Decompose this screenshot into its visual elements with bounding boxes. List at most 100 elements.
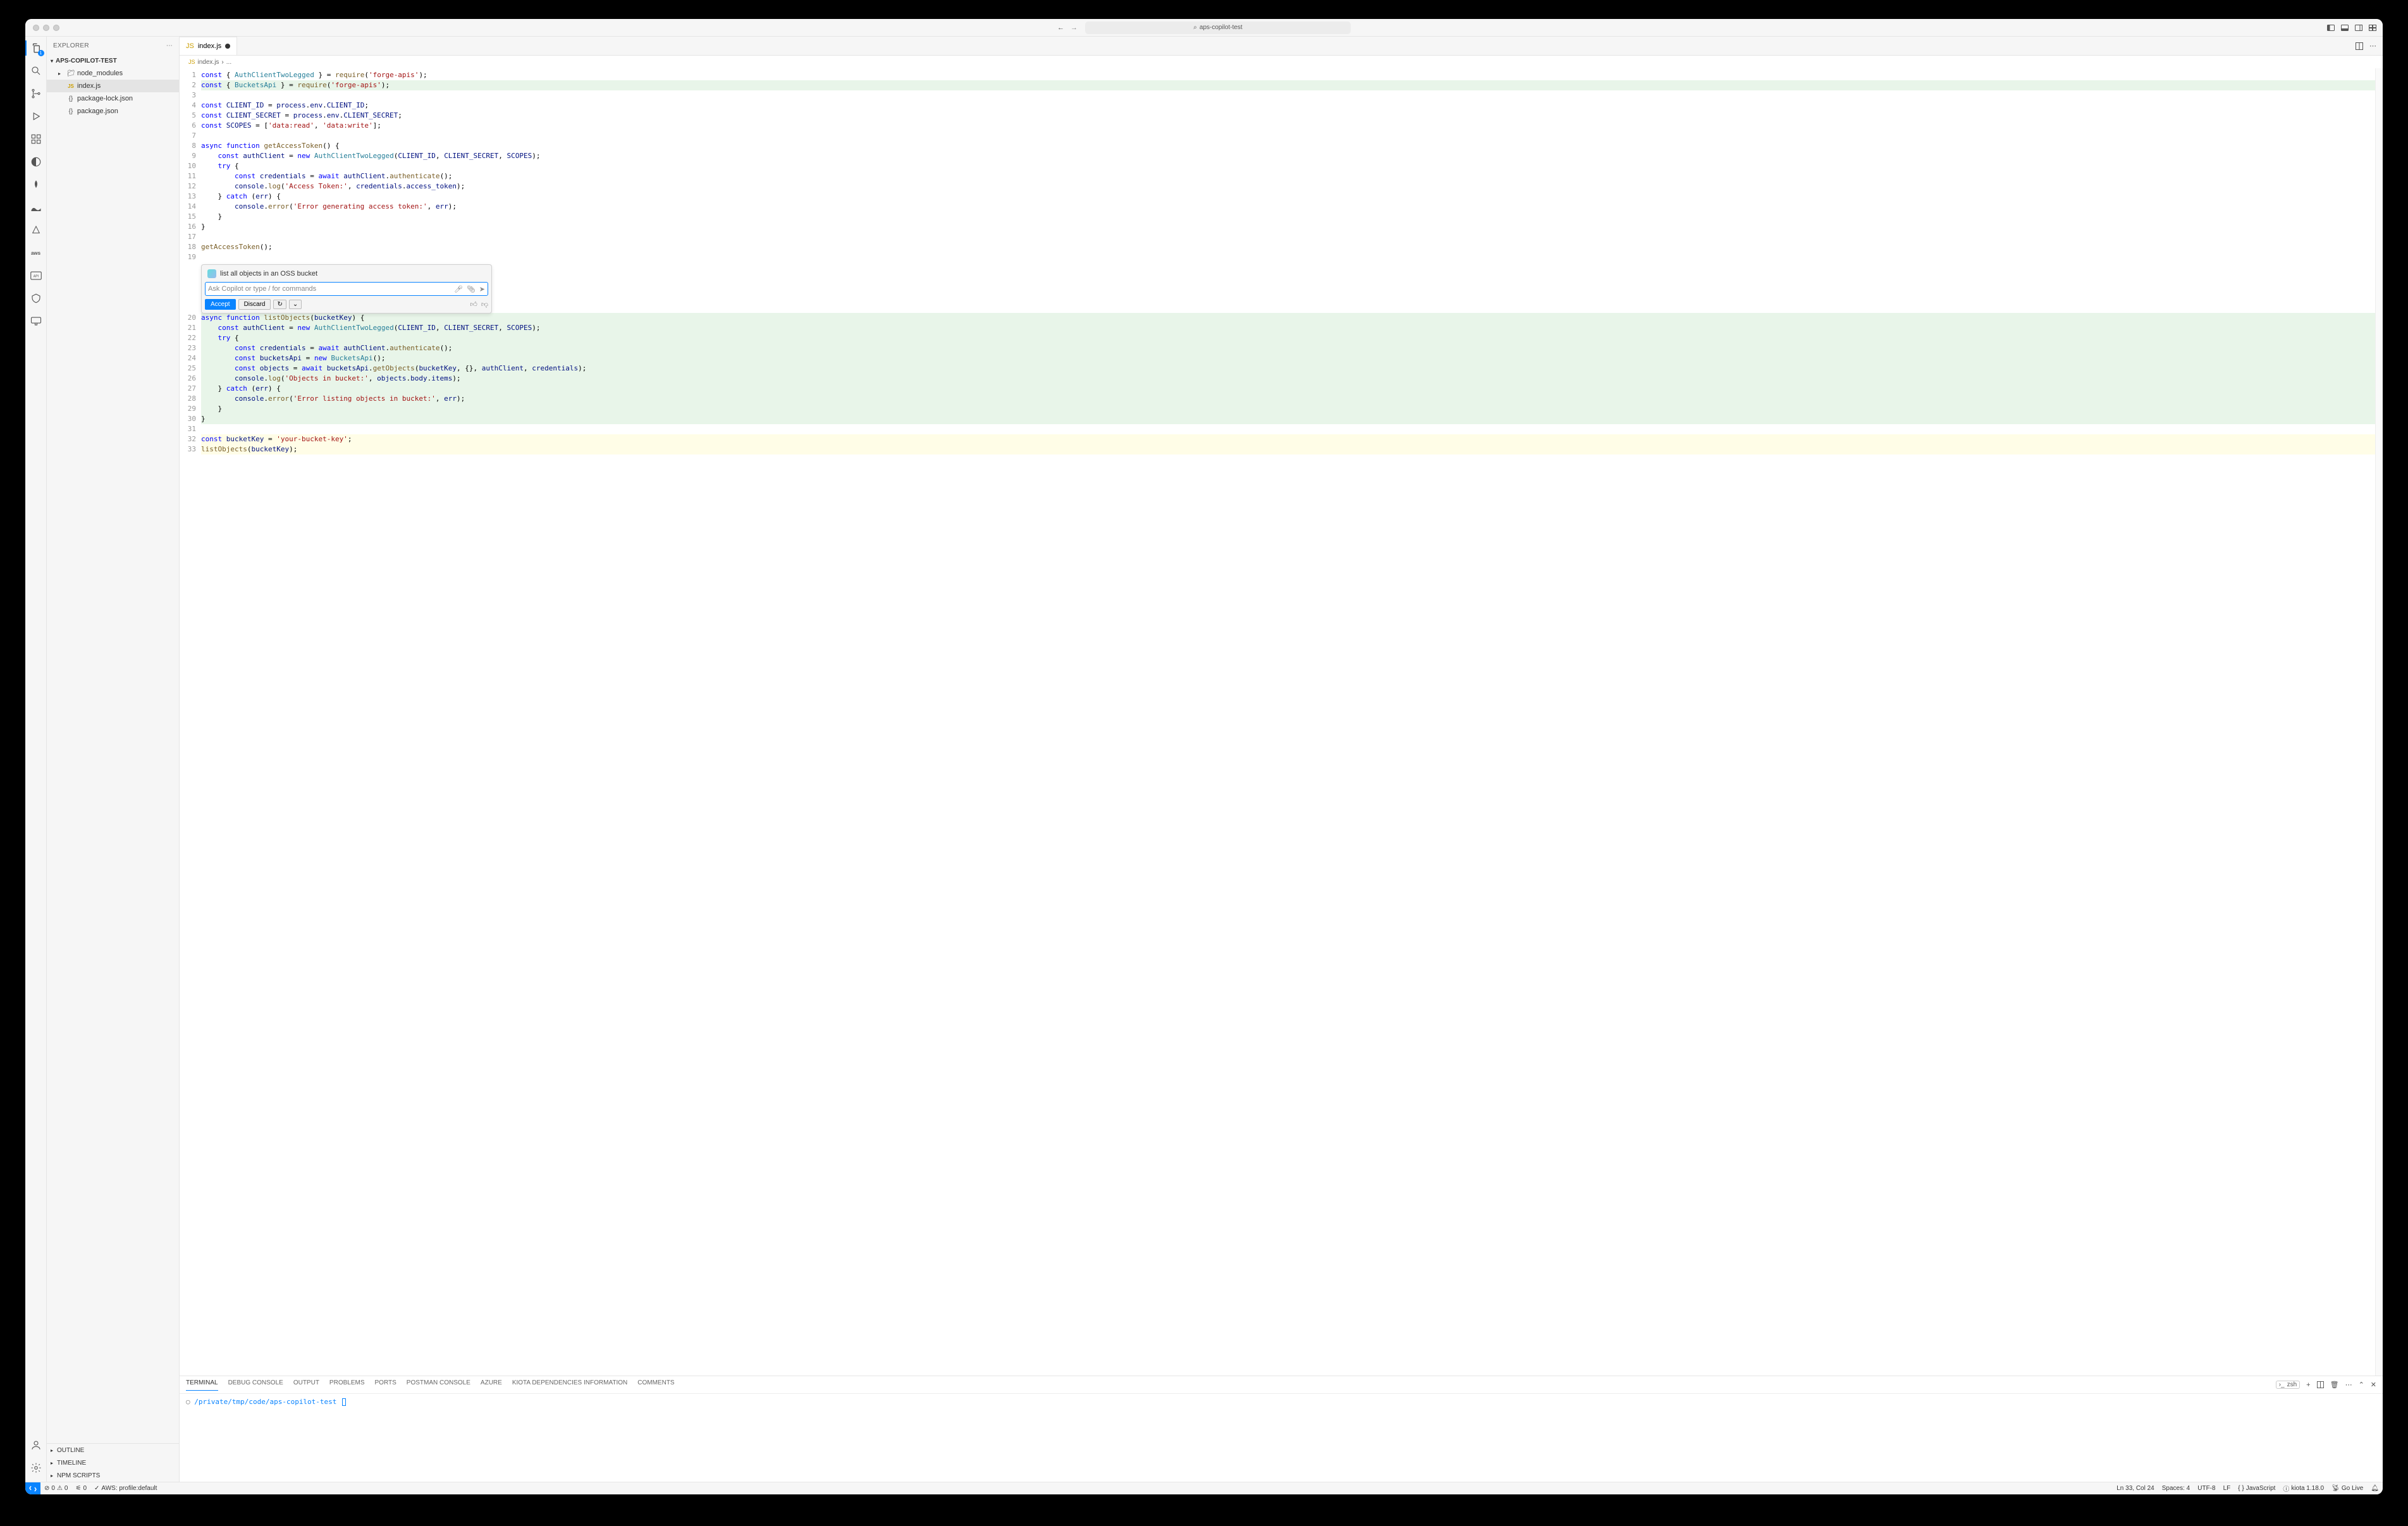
activity-explorer[interactable]: 1 [30,42,42,54]
activity-settings[interactable] [30,1462,42,1474]
panel-tab-debug-console[interactable]: DEBUG CONSOLE [228,1379,283,1390]
discard-button[interactable]: Discard [238,299,271,310]
status-notifications[interactable]: 🔔︎ [2367,1485,2383,1492]
vscode-window: ← → ⌕ aps-copilot-test [25,19,2383,1494]
status-ports[interactable]: ⚟0 [71,1485,90,1492]
minimap[interactable] [2375,68,2383,1376]
send-icon[interactable]: ➤ [479,285,485,293]
remote-button[interactable] [25,1482,40,1494]
mic-icon[interactable]: 🎤︎ [454,285,463,293]
file-index-js[interactable]: JSindex.js [47,80,179,92]
status-language[interactable]: { }JavaScript [2234,1485,2279,1492]
activity-item-8[interactable] [30,201,42,214]
thumbs-down-icon[interactable]: 👎︎ [481,300,488,308]
svg-text:API: API [33,274,38,278]
close-window-button[interactable] [33,25,39,31]
panel-tab-problems[interactable]: PROBLEMS [329,1379,365,1390]
sidebar-section-npm-scripts[interactable]: ▸NPM SCRIPTS [47,1469,179,1482]
split-terminal-icon[interactable] [2317,1381,2324,1388]
sidebar-title: EXPLORER [53,42,89,49]
terminal-cwd: /private/tmp/code/aps-copilot-test [194,1398,336,1406]
zoom-window-button[interactable] [53,25,59,31]
activity-source-control[interactable] [30,87,42,100]
activity-search[interactable] [30,64,42,77]
more-button[interactable]: ⌄ [289,300,302,309]
status-kiota[interactable]: ⓘkiota 1.18.0 [2279,1484,2328,1493]
code-editor[interactable]: 1234567891011121314151617181920212223242… [180,68,2383,1376]
status-problems[interactable]: ⊘0 ⚠0 [40,1485,71,1492]
tab-more-icon[interactable]: ⋯ [2369,42,2376,50]
nav-forward-button[interactable]: → [1071,24,1078,32]
js-file-icon: JS [188,59,195,65]
sidebar-section-timeline[interactable]: ▸TIMELINE [47,1456,179,1469]
activity-item-6[interactable] [30,156,42,168]
toggle-panel-icon[interactable] [2341,24,2349,32]
new-terminal-button[interactable]: + [2306,1381,2310,1389]
panel-tab-ports[interactable]: PORTS [375,1379,396,1390]
sidebar-root-folder[interactable]: ▾ APS-COPILOT-TEST [47,54,179,67]
status-bar: ⊘0 ⚠0 ⚟0 ✓AWS: profile:default Ln 33, Co… [25,1482,2383,1494]
traffic-lights [25,25,59,31]
panel-tab-terminal[interactable]: TERMINAL [186,1379,218,1391]
search-text: aps-copilot-test [1200,24,1243,31]
activity-aws[interactable]: aws [30,247,42,259]
terminal-icon: ›_ [2279,1381,2285,1388]
split-editor-icon[interactable] [2356,42,2363,50]
status-spaces[interactable]: Spaces: 4 [2158,1485,2194,1492]
activity-azure[interactable] [30,224,42,236]
folder-node_modules[interactable]: ▸📁︎node_modules [47,67,179,80]
panel-tab-output[interactable]: OUTPUT [293,1379,319,1390]
activity-accounts[interactable] [30,1439,42,1451]
activity-run-debug[interactable] [30,110,42,123]
copilot-prompt-text: list all objects in an OSS bucket [220,270,317,278]
command-center-search[interactable]: ⌕ aps-copilot-test [1085,21,1351,34]
attach-icon[interactable]: 📎︎ [467,285,476,293]
breadcrumbs[interactable]: JS index.js › ... [180,56,2383,68]
activity-item-13[interactable] [30,315,42,327]
activity-item-12[interactable] [30,292,42,305]
minimize-window-button[interactable] [43,25,49,31]
toggle-primary-sidebar-icon[interactable] [2327,24,2335,32]
js-file-icon: JS [186,42,194,50]
explorer-sidebar: EXPLORER ⋯ ▾ APS-COPILOT-TEST ▸📁︎node_mo… [47,37,180,1482]
chevron-down-icon: ▾ [51,58,53,64]
customize-layout-icon[interactable] [2369,24,2376,32]
panel-tab-postman-console[interactable]: POSTMAN CONSOLE [407,1379,470,1390]
search-icon: ⌕ [1193,24,1197,31]
sidebar-more-icon[interactable]: ⋯ [166,42,173,49]
tab-index-js[interactable]: JS index.js [180,37,237,55]
broadcast-icon: 📡︎ [2331,1485,2340,1492]
panel-tab-comments[interactable]: COMMENTS [637,1379,674,1390]
copilot-avatar-icon [207,269,216,278]
close-panel-icon[interactable]: ✕ [2371,1381,2376,1389]
status-cursor[interactable]: Ln 33, Col 24 [2113,1485,2158,1492]
panel-tab-kiota-dependencies-information[interactable]: KIOTA DEPENDENCIES INFORMATION [512,1379,627,1390]
status-golive[interactable]: 📡︎Go Live [2328,1485,2367,1492]
activity-bar: 1 a [25,37,47,1482]
copilot-inline-chat: list all objects in an OSS bucket 🎤︎ 📎︎ … [201,264,492,314]
activity-mongodb[interactable] [30,178,42,191]
panel-tabs: TERMINAL DEBUG CONSOLE OUTPUT PROBLEMS PORTS… [180,1376,2383,1394]
kill-terminal-icon[interactable]: 🗑︎ [2330,1381,2339,1389]
panel-more-icon[interactable]: ⋯ [2345,1381,2352,1389]
thumbs-up-icon[interactable]: 👍︎ [470,300,477,308]
panel-tab-azure[interactable]: AZURE [481,1379,502,1390]
ports-icon: ⚟ [75,1485,81,1492]
sidebar-section-outline[interactable]: ▸OUTLINE [47,1444,179,1456]
regenerate-button[interactable]: ↻ [273,300,286,309]
accept-button[interactable]: Accept [205,299,236,310]
copilot-input[interactable] [208,285,454,293]
nav-back-button[interactable]: ← [1057,24,1064,32]
status-aws[interactable]: ✓AWS: profile:default [90,1485,161,1492]
status-encoding[interactable]: UTF-8 [2194,1485,2219,1492]
activity-extensions[interactable] [30,133,42,145]
activity-api[interactable]: API [30,269,42,282]
terminal-cursor [342,1398,346,1406]
file-package-lock-json[interactable]: {}package-lock.json [47,92,179,105]
terminal-shell-selector[interactable]: ›_ zsh [2276,1381,2300,1389]
file-package-json[interactable]: {}package.json [47,105,179,118]
toggle-secondary-sidebar-icon[interactable] [2355,24,2362,32]
maximize-panel-icon[interactable]: ⌃ [2359,1381,2364,1389]
terminal[interactable]: ○ /private/tmp/code/aps-copilot-test [180,1394,2383,1482]
status-eol[interactable]: LF [2220,1485,2235,1492]
